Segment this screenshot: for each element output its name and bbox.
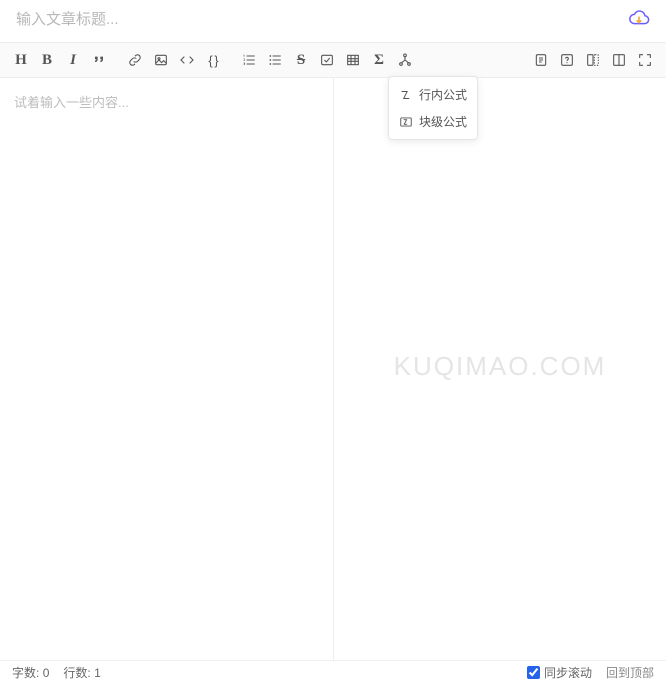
braces-button[interactable]: { }: [200, 47, 226, 73]
content-area: 试着输入一些内容... KUQIMAO.COM: [0, 78, 666, 660]
unordered-list-button[interactable]: [262, 47, 288, 73]
edit-mode-button[interactable]: [580, 47, 606, 73]
title-row: [0, 0, 666, 42]
toolbar: H B I { } S Σ: [0, 42, 666, 78]
ordered-list-button[interactable]: [236, 47, 262, 73]
link-button[interactable]: [122, 47, 148, 73]
formula-dropdown: 行内公式 块级公式: [388, 76, 478, 140]
task-list-button[interactable]: [314, 47, 340, 73]
inline-formula-item[interactable]: 行内公式: [389, 81, 477, 108]
code-button[interactable]: [174, 47, 200, 73]
bold-button[interactable]: B: [34, 47, 60, 73]
preview-pane: KUQIMAO.COM: [333, 78, 666, 660]
title-input[interactable]: [16, 11, 628, 28]
sync-scroll-checkbox[interactable]: [527, 666, 540, 679]
heading-button[interactable]: H: [8, 47, 34, 73]
status-bar: 字数: 0 行数: 1 同步滚动 回到顶部: [0, 660, 666, 684]
char-count: 字数: 0: [12, 664, 49, 681]
strikethrough-button[interactable]: S: [288, 47, 314, 73]
quote-button[interactable]: [86, 47, 112, 73]
inline-formula-label: 行内公式: [419, 86, 467, 103]
help-button[interactable]: [554, 47, 580, 73]
italic-button[interactable]: I: [60, 47, 86, 73]
toc-button[interactable]: [528, 47, 554, 73]
block-formula-label: 块级公式: [419, 113, 467, 130]
sync-scroll-label: 同步滚动: [544, 664, 592, 681]
sync-scroll-toggle[interactable]: 同步滚动: [527, 664, 592, 681]
image-button[interactable]: [148, 47, 174, 73]
editor-pane[interactable]: 试着输入一些内容...: [0, 78, 333, 660]
table-button[interactable]: [340, 47, 366, 73]
fullscreen-button[interactable]: [632, 47, 658, 73]
block-formula-item[interactable]: 块级公式: [389, 108, 477, 135]
formula-button[interactable]: Σ: [366, 47, 392, 73]
cloud-save-icon[interactable]: [628, 8, 650, 30]
line-count: 行数: 1: [63, 664, 100, 681]
split-mode-button[interactable]: [606, 47, 632, 73]
diagram-button[interactable]: [392, 47, 418, 73]
watermark: KUQIMAO.COM: [394, 351, 607, 382]
back-to-top-link[interactable]: 回到顶部: [606, 664, 654, 681]
